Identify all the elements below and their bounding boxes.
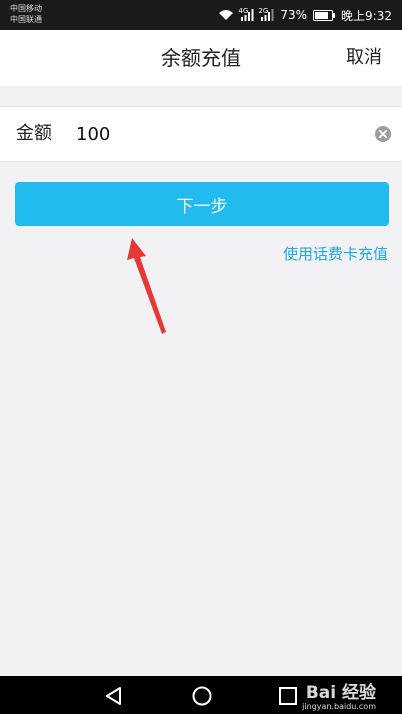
carrier-secondary: 中国联通 — [10, 15, 42, 24]
square-recent-icon[interactable] — [276, 684, 300, 708]
battery-percentage: 73% — [280, 8, 308, 22]
title-bar: 余额充值 取消 — [0, 30, 402, 87]
battery-icon — [313, 9, 336, 21]
network-type-1: 4G — [238, 7, 249, 15]
triangle-back-icon[interactable] — [102, 684, 126, 708]
status-bar: 中国移动 中国联通 4G 2G 73% 晚上9:32 — [0, 0, 402, 30]
signal-2g-icon: 2G — [258, 7, 274, 21]
phonecard-recharge-link[interactable]: 使用话费卡充值 — [283, 244, 388, 264]
status-icons: 4G 2G 73% 晚上9:32 — [218, 7, 392, 23]
amount-label: 金额 — [16, 123, 52, 144]
cancel-button[interactable]: 取消 — [346, 44, 382, 72]
wifi-icon — [218, 9, 234, 21]
phone-screen: 中国移动 中国联通 4G 2G 73% 晚上9:32 余额充值 取消 金额 10… — [0, 0, 402, 714]
network-type-2: 2G — [258, 7, 269, 15]
amount-input[interactable] — [76, 119, 356, 149]
next-step-button[interactable]: 下一步 — [15, 182, 389, 226]
annotation-arrow-icon — [127, 238, 166, 334]
clock: 晚上9:32 — [341, 8, 392, 23]
clear-circle-icon[interactable] — [374, 125, 392, 143]
signal-4g-icon: 4G — [238, 7, 254, 21]
circle-home-icon[interactable] — [190, 684, 214, 708]
recharge-content: 金额 下一步 使用话费卡充值 — [0, 86, 402, 676]
system-navigation-bar — [0, 676, 402, 714]
amount-row: 金额 — [0, 106, 402, 162]
carrier-primary: 中国移动 — [10, 4, 42, 13]
page-title: 余额充值 — [161, 46, 241, 70]
